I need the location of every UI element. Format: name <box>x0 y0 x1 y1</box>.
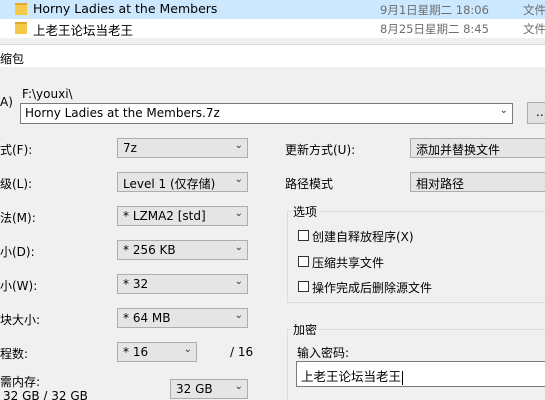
delete-after-checkbox[interactable] <box>298 281 309 292</box>
options-title: 选项 <box>291 203 320 220</box>
file-list: Horny Ladies at the Members 9月1日星期二 18:0… <box>0 0 545 38</box>
archive-name-combo[interactable]: Horny Ladies at the Members.7z ⌄ <box>20 103 513 124</box>
word-size-combo[interactable]: * 32 ⌄ <box>117 274 248 294</box>
file-date: 9月1日星期二 18:06 <box>380 3 489 17</box>
chevron-down-icon[interactable]: ⌄ <box>235 242 243 253</box>
memory-value: 32 GB <box>176 382 213 396</box>
dictionary-size-value: * 256 KB <box>123 243 176 257</box>
dictionary-size-combo[interactable]: * 256 KB ⌄ <box>117 240 248 260</box>
word-size-label: 小(W): <box>0 279 38 293</box>
compression-level-value: Level 1 (仅存储) <box>123 177 216 191</box>
path-mode-combo[interactable]: 相对路径 <box>410 172 545 192</box>
chevron-down-icon[interactable]: ⌄ <box>235 310 243 321</box>
chevron-down-icon[interactable]: ⌄ <box>184 344 192 355</box>
path-mode-label: 路径模式 <box>285 177 334 191</box>
dialog-titlebar: 缩包 <box>0 45 545 67</box>
compression-method-value: * LZMA2 [std] <box>123 209 206 223</box>
chevron-down-icon[interactable]: ⌄ <box>500 105 508 116</box>
dictionary-size-label: 小(D): <box>0 245 35 259</box>
update-mode-label: 更新方式(U): <box>285 143 356 157</box>
cpu-threads-label: 程数: <box>0 347 29 361</box>
browse-button[interactable]: ... <box>527 102 545 124</box>
compression-level-label: 级(L): <box>0 177 33 191</box>
file-row[interactable]: Horny Ladies at the Members 9月1日星期二 18:0… <box>0 0 545 19</box>
password-value: 上老王论坛当老王 <box>301 369 402 384</box>
memory-combo[interactable]: 32 GB ⌄ <box>170 379 248 399</box>
chevron-down-icon[interactable]: ⌄ <box>235 276 243 287</box>
create-sfx-label: 创建自释放程序(X) <box>312 230 414 244</box>
archive-name-value: Horny Ladies at the Members.7z <box>25 106 220 120</box>
path-mode-value: 相对路径 <box>416 177 465 191</box>
file-type: 文件 <box>523 22 545 36</box>
solid-block-size-label: 块大小: <box>0 313 41 327</box>
threads-total: / 16 <box>230 345 254 359</box>
update-mode-combo[interactable]: 添加并替换文件 <box>410 138 545 158</box>
memory-label: 需内存: <box>0 375 41 389</box>
archive-format-label: 式(F): <box>0 143 33 157</box>
compression-method-combo[interactable]: * LZMA2 [std] ⌄ <box>117 206 248 226</box>
update-mode-value: 添加并替换文件 <box>416 143 501 157</box>
file-date: 8月25日星期二 8:45 <box>380 22 489 36</box>
dialog-title: 缩包 <box>0 52 25 66</box>
add-to-archive-dialog: 缩包 A) F:\youxi\ Horny Ladies at the Memb… <box>0 44 545 400</box>
solid-block-size-value: * 64 MB <box>123 311 171 325</box>
delete-after-label: 操作完成后删除源文件 <box>312 281 433 295</box>
memory-usage: 32 GB / 32 GB <box>3 389 88 400</box>
compression-level-combo[interactable]: Level 1 (仅存储) ⌄ <box>117 172 248 192</box>
file-name: 上老王论坛当老王 <box>33 23 134 38</box>
browse-label: ... <box>536 105 545 119</box>
archive-format-value: 7z <box>123 141 137 155</box>
folder-icon <box>15 22 27 34</box>
file-name: Horny Ladies at the Members <box>33 1 218 16</box>
encryption-title: 加密 <box>291 321 320 338</box>
chevron-down-icon[interactable]: ⌄ <box>235 381 243 392</box>
text-caret <box>402 370 404 385</box>
chevron-down-icon[interactable]: ⌄ <box>235 140 243 151</box>
password-input[interactable]: 上老王论坛当老王 <box>296 361 545 387</box>
archive-label: A) <box>0 95 13 109</box>
cpu-threads-value: * 16 <box>123 345 149 359</box>
solid-block-size-combo[interactable]: * 64 MB ⌄ <box>117 308 248 328</box>
word-size-value: * 32 <box>123 277 149 291</box>
compression-method-label: 法(M): <box>0 211 36 225</box>
chevron-down-icon[interactable]: ⌄ <box>235 174 243 185</box>
file-type: 文件 <box>523 3 545 17</box>
archive-format-combo[interactable]: 7z ⌄ <box>117 138 248 158</box>
archive-path-prefix: F:\youxi\ <box>22 87 73 101</box>
cpu-threads-combo[interactable]: * 16 ⌄ <box>117 342 197 362</box>
password-label: 输入密码: <box>297 346 350 360</box>
file-row[interactable]: 上老王论坛当老王 8月25日星期二 8:45 文件 <box>0 19 545 38</box>
create-sfx-checkbox[interactable] <box>298 230 309 241</box>
compress-shared-checkbox[interactable] <box>298 256 309 267</box>
chevron-down-icon[interactable]: ⌄ <box>235 208 243 219</box>
folder-icon <box>15 3 27 15</box>
compress-shared-label: 压缩共享文件 <box>312 256 385 270</box>
